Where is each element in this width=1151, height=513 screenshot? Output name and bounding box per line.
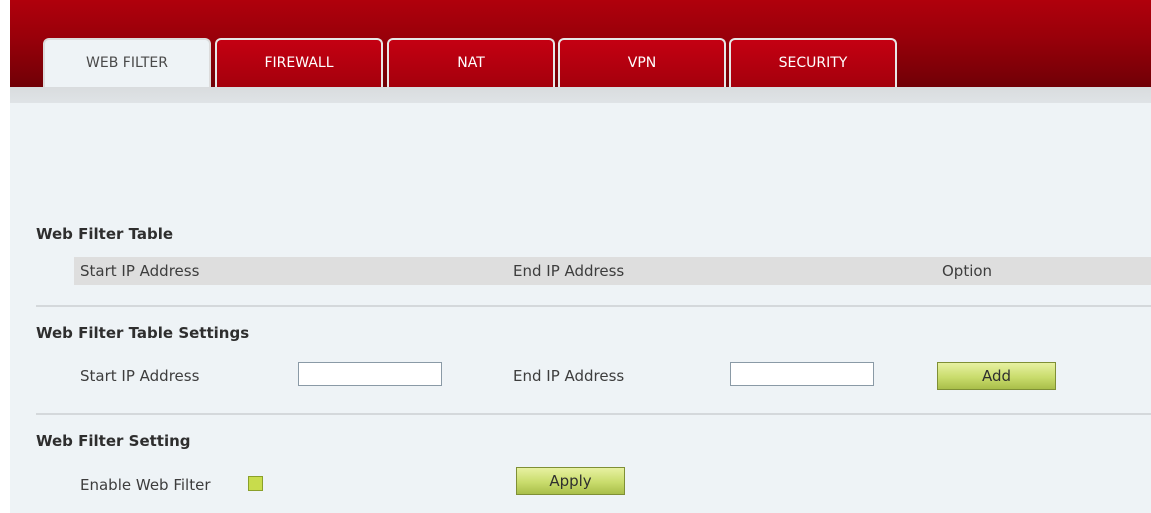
- column-start-ip: Start IP Address: [80, 262, 200, 280]
- end-ip-label: End IP Address: [513, 367, 625, 385]
- web-filter-table-title: Web Filter Table: [36, 225, 174, 243]
- column-option: Option: [942, 262, 993, 280]
- tab-vpn[interactable]: VPN: [558, 38, 726, 87]
- web-filter-table-header: Start IP Address End IP Address Option: [74, 257, 1151, 285]
- web-filter-setting-title: Web Filter Setting: [36, 432, 191, 450]
- end-ip-input[interactable]: [730, 362, 874, 386]
- section-divider: [36, 413, 1151, 415]
- enable-web-filter-label: Enable Web Filter: [80, 476, 211, 494]
- section-divider: [36, 305, 1151, 307]
- column-end-ip: End IP Address: [513, 262, 625, 280]
- start-ip-input[interactable]: [298, 362, 442, 386]
- enable-web-filter-checkbox[interactable]: [248, 476, 263, 491]
- tab-security[interactable]: SECURITY: [729, 38, 897, 87]
- sub-header-bar: [10, 87, 1151, 103]
- web-filter-table-settings-title: Web Filter Table Settings: [36, 324, 250, 342]
- apply-button[interactable]: Apply: [516, 467, 625, 495]
- tab-firewall[interactable]: FIREWALL: [215, 38, 383, 87]
- tab-web-filter[interactable]: WEB FILTER: [43, 38, 211, 90]
- add-button[interactable]: Add: [937, 362, 1056, 390]
- tab-nat[interactable]: NAT: [387, 38, 555, 87]
- page-frame: WEB FILTER FIREWALL NAT VPN SECURITY Web…: [10, 0, 1151, 513]
- start-ip-label: Start IP Address: [80, 367, 200, 385]
- top-navigation-bar: WEB FILTER FIREWALL NAT VPN SECURITY: [10, 0, 1151, 90]
